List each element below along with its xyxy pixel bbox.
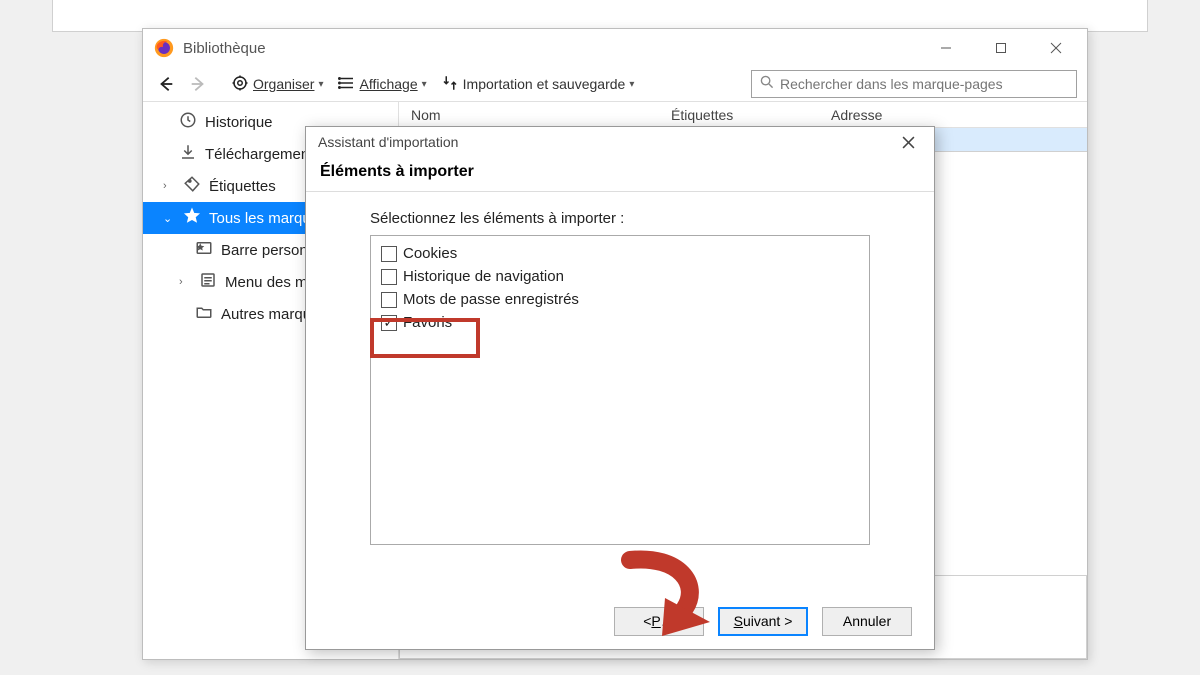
import-backup-menu[interactable]: Importation et sauvegarde ▾ <box>437 70 639 99</box>
dialog-footer: < P… Suivant > Annuler <box>306 593 934 649</box>
gear-icon <box>231 74 249 95</box>
chevron-right-icon: › <box>163 180 175 192</box>
dialog-instruction: Sélectionnez les éléments à importer : <box>370 210 870 227</box>
library-title: Bibliothèque <box>183 40 918 57</box>
dialog-heading: Éléments à importer <box>306 157 934 192</box>
maximize-button[interactable] <box>973 30 1028 66</box>
firefox-icon <box>153 37 175 59</box>
checkbox-unchecked[interactable] <box>381 292 397 308</box>
import-options-list: Cookies Historique de navigation Mots de… <box>370 235 870 545</box>
search-icon <box>760 75 774 94</box>
chevron-down-icon: ▾ <box>318 79 323 90</box>
next-button[interactable]: Suivant > <box>718 607 808 636</box>
minimize-button[interactable] <box>918 30 973 66</box>
chevron-down-icon: ▾ <box>422 79 427 90</box>
back-button[interactable] <box>153 75 179 93</box>
dialog-title: Assistant d'importation <box>318 134 458 150</box>
back-button[interactable]: < P… <box>614 607 704 636</box>
library-titlebar: Bibliothèque <box>143 29 1087 67</box>
column-headers: Nom Étiquettes Adresse <box>399 102 1087 128</box>
dialog-body: Sélectionnez les éléments à importer : C… <box>306 192 934 593</box>
organise-menu[interactable]: Organiser ▾ <box>227 70 328 99</box>
tag-icon <box>183 175 201 197</box>
checkbox-unchecked[interactable] <box>381 246 397 262</box>
search-field[interactable] <box>751 70 1077 98</box>
option-passwords[interactable]: Mots de passe enregistrés <box>381 288 859 311</box>
star-icon <box>183 207 201 229</box>
chevron-down-icon: ⌄ <box>163 212 175 225</box>
views-menu[interactable]: Affichage ▾ <box>334 70 431 99</box>
cancel-button[interactable]: Annuler <box>822 607 912 636</box>
bookmarks-bar-icon <box>195 239 213 261</box>
list-icon <box>338 74 356 95</box>
clock-icon <box>179 111 197 133</box>
chevron-right-icon: › <box>179 276 191 288</box>
forward-button[interactable] <box>185 75 211 93</box>
dialog-titlebar: Assistant d'importation <box>306 127 934 157</box>
option-history[interactable]: Historique de navigation <box>381 265 859 288</box>
search-input[interactable] <box>780 76 1068 92</box>
bookmarks-menu-icon <box>199 271 217 293</box>
option-cookies[interactable]: Cookies <box>381 242 859 265</box>
checkbox-unchecked[interactable] <box>381 269 397 285</box>
option-favorites[interactable]: Favoris <box>381 311 859 334</box>
download-icon <box>179 143 197 165</box>
close-button[interactable] <box>1028 30 1083 66</box>
dialog-close-button[interactable] <box>890 128 926 156</box>
import-assistant-dialog: Assistant d'importation Éléments à impor… <box>305 126 935 650</box>
import-export-icon <box>441 74 459 95</box>
checkbox-checked[interactable] <box>381 315 397 331</box>
column-tags[interactable]: Étiquettes <box>659 107 819 123</box>
folder-icon <box>195 303 213 325</box>
column-address[interactable]: Adresse <box>819 107 1087 123</box>
library-toolbar: Organiser ▾ Affichage ▾ Importation et s… <box>143 67 1087 101</box>
chevron-down-icon: ▾ <box>629 79 634 90</box>
window-controls <box>918 30 1083 66</box>
column-name[interactable]: Nom <box>399 107 659 123</box>
